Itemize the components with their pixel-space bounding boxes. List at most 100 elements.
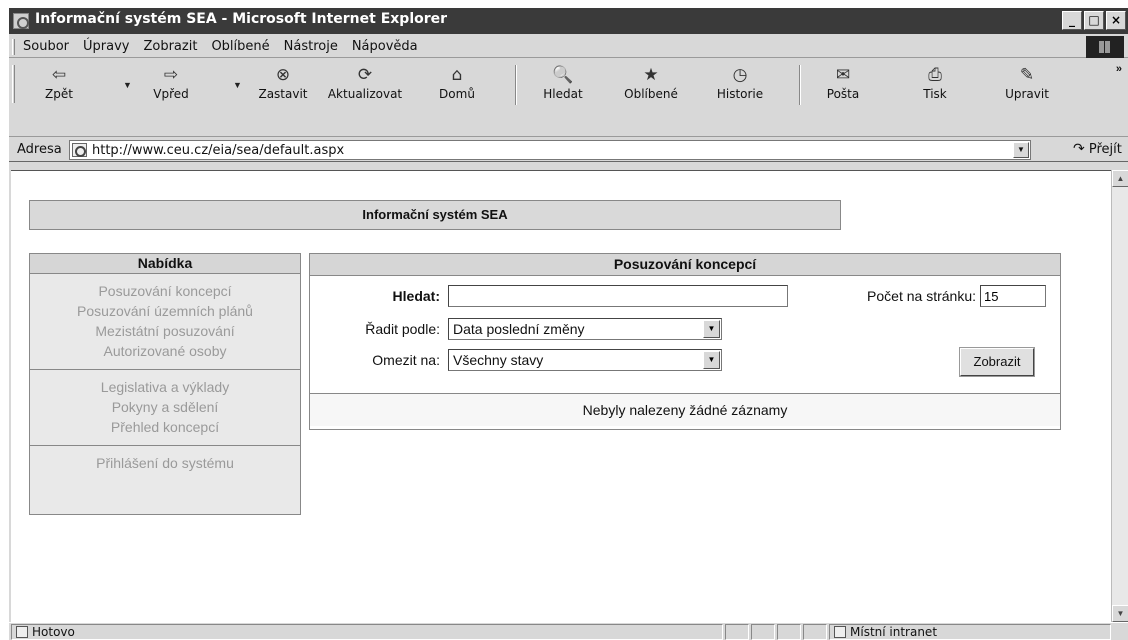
- menu-items: Soubor Úpravy Zobrazit Oblíbené Nástroje…: [23, 39, 418, 54]
- menu-soubor[interactable]: Soubor: [23, 39, 69, 54]
- nav-posuzovani-uzemnich-planu[interactable]: Posuzování územních plánů: [30, 301, 300, 321]
- history-button[interactable]: ◷ Historie: [709, 64, 771, 101]
- print-icon: ⎙: [928, 65, 942, 85]
- back-button[interactable]: ⇦ Zpět: [39, 64, 79, 101]
- sort-label: Řadit podle:: [365, 321, 440, 337]
- status-cell: [751, 624, 775, 640]
- stop-label: Zastavit: [258, 87, 308, 101]
- intranet-zone-icon: [834, 626, 846, 638]
- menu-grip[interactable]: [12, 39, 15, 55]
- per-page-input[interactable]: [980, 285, 1046, 307]
- status-cell: [803, 624, 827, 640]
- search-field-label: Hledat:: [392, 288, 440, 304]
- vertical-scrollbar[interactable]: ▲ ▼: [1111, 170, 1128, 622]
- maximize-button[interactable]: □: [1084, 11, 1104, 30]
- page-content: Informační systém SEA Nabídka Posuzování…: [11, 170, 1111, 622]
- favorites-button[interactable]: ★ Oblíbené: [619, 64, 683, 101]
- refresh-button[interactable]: ⟳ Aktualizovat: [323, 64, 407, 101]
- toolbar-grip[interactable]: [12, 65, 15, 103]
- nav-pokyny[interactable]: Pokyny a sdělení: [30, 397, 300, 417]
- forward-label: Vpřed: [153, 87, 189, 101]
- per-page-label: Počet na stránku:: [867, 288, 976, 304]
- favorites-icon: ★: [643, 65, 659, 85]
- search-label: Hledat: [543, 87, 583, 101]
- status-text: Hotovo: [32, 625, 75, 639]
- main-panel: Posuzování koncepcí Hledat: Počet na str…: [309, 253, 1061, 430]
- print-button[interactable]: ⎙ Tisk: [915, 64, 955, 101]
- print-label: Tisk: [923, 87, 947, 101]
- nav-group: Legislativa a výklady Pokyny a sdělení P…: [30, 370, 300, 446]
- search-form: Hledat: Počet na stránku: Řadit podle: D…: [310, 276, 1060, 394]
- toolbar-chevron-icon[interactable]: »: [1116, 63, 1122, 75]
- chevron-down-icon[interactable]: ▼: [703, 351, 720, 369]
- empty-results-message: Nebyly nalezeny žádné záznamy: [310, 394, 1060, 426]
- sort-select[interactable]: Data poslední změny ▼: [448, 318, 722, 340]
- menu-nastroje[interactable]: Nástroje: [284, 39, 338, 54]
- history-label: Historie: [716, 87, 764, 101]
- go-button[interactable]: ↷ Přejít: [1073, 141, 1122, 157]
- search-button[interactable]: 🔍 Hledat: [537, 64, 589, 101]
- title-bar: Informační systém SEA - Microsoft Intern…: [9, 8, 1128, 34]
- show-button[interactable]: Zobrazit: [959, 347, 1035, 377]
- filter-select[interactable]: Všechny stavy ▼: [448, 349, 722, 371]
- search-icon: 🔍: [552, 65, 574, 85]
- zone-text: Místní intranet: [850, 625, 938, 639]
- menu-zobrazit[interactable]: Zobrazit: [143, 39, 197, 54]
- zone-cell: Místní intranet: [829, 624, 1111, 640]
- menu-upravy[interactable]: Úpravy: [83, 39, 129, 54]
- nav-group: Přihlášení do systému: [30, 446, 300, 481]
- toolbar: ⇦ Zpět ▼ ⇨ Vpřed ▼ ⊗ Zastavit ⟳ Aktualiz…: [9, 59, 1128, 137]
- home-icon: ⌂: [451, 65, 463, 85]
- stop-icon: ⊗: [275, 65, 291, 85]
- mail-button[interactable]: ✉ Pošta: [817, 64, 869, 101]
- stop-button[interactable]: ⊗ Zastavit: [255, 64, 311, 101]
- nav-posuzovani-koncepci[interactable]: Posuzování koncepcí: [30, 281, 300, 301]
- address-dropdown-icon[interactable]: ▼: [1013, 142, 1029, 158]
- filter-select-value: Všechny stavy: [453, 352, 544, 368]
- edit-button[interactable]: ✎ Upravit: [999, 64, 1055, 101]
- status-bar: Hotovo Místní intranet: [9, 622, 1128, 640]
- forward-arrow-icon: ⇨: [163, 65, 179, 85]
- close-button[interactable]: ×: [1106, 11, 1126, 30]
- chevron-down-icon[interactable]: ▼: [703, 320, 720, 338]
- windows-logo-icon: [1086, 36, 1124, 58]
- edit-icon: ✎: [1019, 65, 1035, 85]
- menu-napoveda[interactable]: Nápověda: [352, 39, 418, 54]
- window-title: Informační systém SEA - Microsoft Intern…: [35, 11, 448, 27]
- forward-button[interactable]: ⇨ Vpřed: [147, 64, 195, 101]
- nav-legislativa[interactable]: Legislativa a výklady: [30, 377, 300, 397]
- status-text-cell: Hotovo: [11, 624, 723, 640]
- back-label: Zpět: [45, 87, 73, 101]
- page-icon: [72, 143, 87, 157]
- nav-autorizovane-osoby[interactable]: Autorizované osoby: [30, 341, 300, 361]
- nav-panel: Nabídka Posuzování koncepcí Posuzování ú…: [29, 253, 301, 515]
- mail-label: Pošta: [826, 87, 860, 101]
- history-icon: ◷: [732, 65, 748, 85]
- back-dropdown-icon[interactable]: ▼: [123, 80, 132, 90]
- status-cell: [725, 624, 749, 640]
- home-button[interactable]: ⌂ Domů: [433, 64, 481, 101]
- window-controls: _ □ ×: [1062, 11, 1126, 30]
- scroll-down-icon[interactable]: ▼: [1112, 605, 1128, 622]
- address-url[interactable]: http://www.ceu.cz/eia/sea/default.aspx: [92, 143, 344, 158]
- address-input[interactable]: http://www.ceu.cz/eia/sea/default.aspx ▼: [69, 140, 1031, 160]
- site-header: Informační systém SEA: [29, 200, 841, 230]
- refresh-label: Aktualizovat: [327, 87, 403, 101]
- status-cell: [777, 624, 801, 640]
- minimize-button[interactable]: _: [1062, 11, 1082, 30]
- favorites-label: Oblíbené: [624, 87, 678, 101]
- menu-bar: Soubor Úpravy Zobrazit Oblíbené Nástroje…: [9, 36, 1128, 58]
- nav-prehled-koncepci[interactable]: Přehled koncepcí: [30, 417, 300, 437]
- nav-prihlaseni[interactable]: Přihlášení do systému: [30, 453, 300, 473]
- toolbar-separator: [515, 65, 517, 105]
- home-label: Domů: [439, 87, 475, 101]
- page-done-icon: [16, 626, 28, 638]
- menu-oblibene[interactable]: Oblíbené: [211, 39, 269, 54]
- toolbar-separator: [799, 65, 801, 105]
- address-label: Adresa: [17, 142, 62, 157]
- nav-mezistatni-posuzovani[interactable]: Mezistátní posuzování: [30, 321, 300, 341]
- search-input[interactable]: [448, 285, 788, 307]
- forward-dropdown-icon[interactable]: ▼: [233, 80, 242, 90]
- browser-window: Informační systém SEA - Microsoft Intern…: [8, 8, 1128, 640]
- scroll-up-icon[interactable]: ▲: [1112, 170, 1128, 187]
